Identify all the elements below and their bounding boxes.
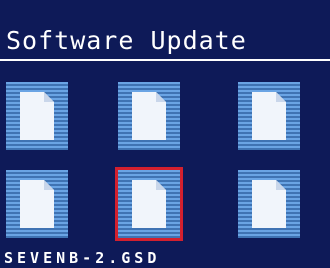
page-title: Software Update [6, 26, 247, 55]
document-icon [252, 92, 286, 140]
document-icon [132, 180, 166, 228]
document-icon [132, 92, 166, 140]
document-icon [20, 92, 54, 140]
file-tile[interactable] [118, 82, 180, 150]
file-tile[interactable] [238, 82, 300, 150]
file-tile[interactable] [238, 170, 300, 238]
file-tile-selected[interactable] [115, 167, 183, 241]
selected-filename: SEVENB-2.GSD [4, 249, 161, 267]
document-icon [20, 180, 54, 228]
file-tile[interactable] [6, 170, 68, 238]
software-update-screen: Software Update SEVENB-2.GSD [0, 0, 330, 268]
title-divider [0, 59, 330, 61]
document-icon [252, 180, 286, 228]
file-tile[interactable] [6, 82, 68, 150]
